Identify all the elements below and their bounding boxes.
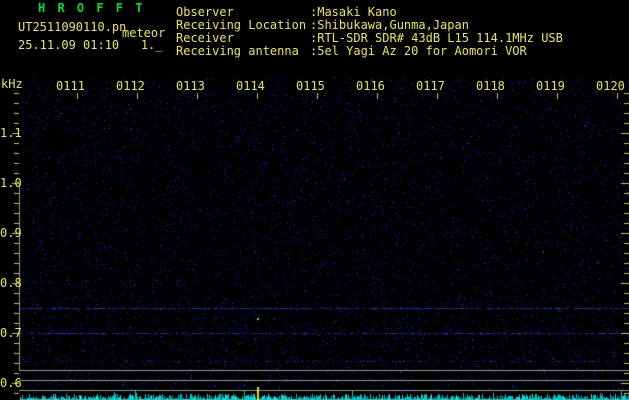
y-axis-unit-label: kHz <box>1 77 23 91</box>
time-label-0118: 0118 <box>476 79 505 93</box>
file-name: UT2511090110.pn <box>18 20 127 34</box>
freq-label-0.6: 0.6 <box>0 376 22 390</box>
time-label-0113: 0113 <box>176 79 205 93</box>
meta-label-antenna: Receiving antenna <box>176 44 299 58</box>
time-label-0111: 0111 <box>56 79 85 93</box>
datetime-line: 25.11.09 01:10 1._ <box>18 38 163 52</box>
freq-label-0.9: 0.9 <box>0 226 22 240</box>
time-label-0120: 0120 <box>596 79 625 93</box>
time-label-0119: 0119 <box>536 79 565 93</box>
meta-value-antenna: :5el Yagi Az 20 for Aomori VOR <box>310 44 527 58</box>
freq-label-1.1: 1.1 <box>0 126 22 140</box>
time-label-0117: 0117 <box>416 79 445 93</box>
app-title: H R O F F T <box>38 1 145 15</box>
freq-label-1.0: 1.0 <box>0 176 22 190</box>
freq-label-0.8: 0.8 <box>0 276 22 290</box>
spectrogram-canvas <box>0 0 629 400</box>
time-label-0116: 0116 <box>356 79 385 93</box>
time-label-0115: 0115 <box>296 79 325 93</box>
freq-label-0.7: 0.7 <box>0 326 22 340</box>
hrofft-screen: H R O F F T UT2511090110.pn meteor 25.11… <box>0 0 629 400</box>
time-label-0114: 0114 <box>236 79 265 93</box>
time-label-0112: 0112 <box>116 79 145 93</box>
